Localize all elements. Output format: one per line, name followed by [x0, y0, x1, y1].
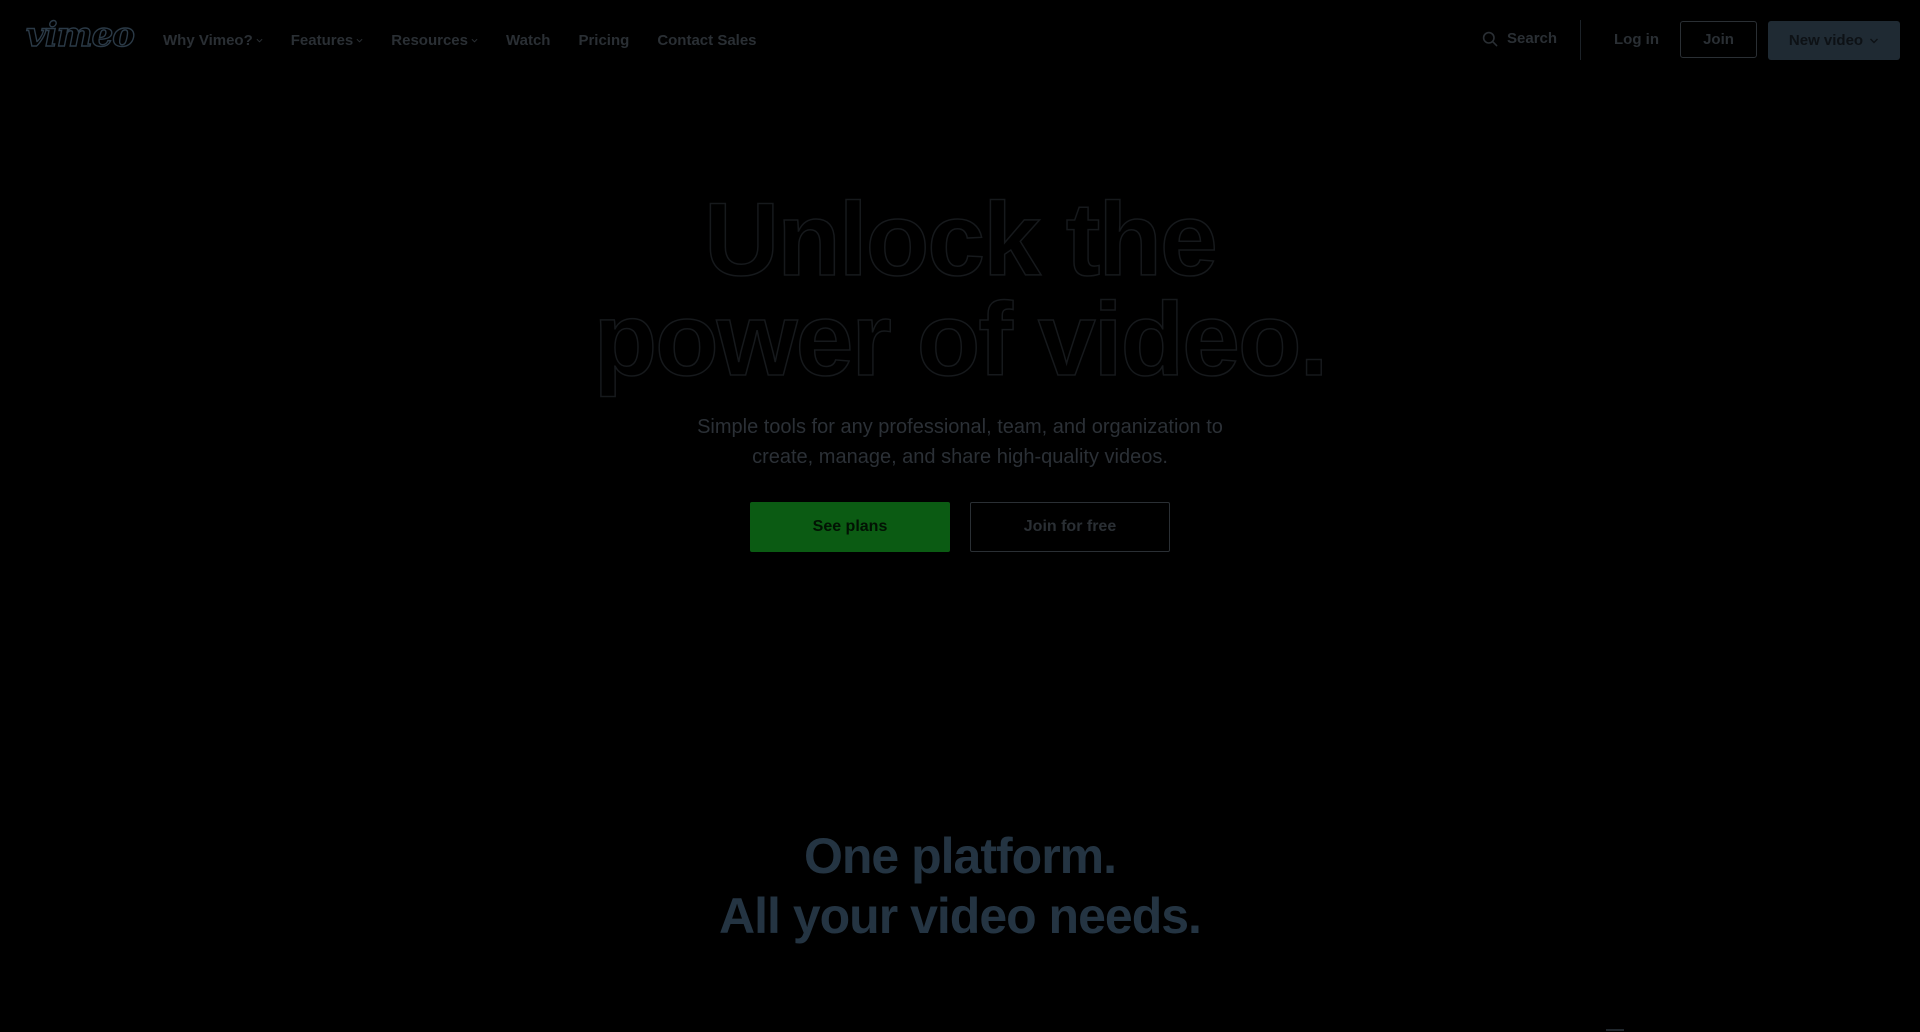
hero-title-line-2: power of video. — [593, 282, 1329, 398]
nav-item-label: Watch — [506, 31, 551, 49]
search-label: Search — [1507, 30, 1558, 47]
main-nav: Why Vimeo? Features Resources Watch Pric… — [163, 31, 785, 49]
see-plans-button[interactable]: See plans — [750, 502, 950, 552]
nav-why-vimeo[interactable]: Why Vimeo? — [163, 31, 263, 49]
nav-watch[interactable]: Watch — [506, 31, 550, 49]
nav-resources[interactable]: Resources — [391, 31, 478, 49]
nav-contact-sales[interactable]: Contact Sales — [657, 31, 756, 49]
header-divider — [1580, 20, 1581, 60]
chevron-down-icon — [471, 38, 478, 43]
login-link[interactable]: Log in — [1614, 31, 1659, 48]
section-title-line-2: All your video needs. — [719, 888, 1202, 944]
vimeo-logo[interactable]: vimeo — [25, 17, 135, 52]
site-header: vimeo Why Vimeo? Features Resources Watc… — [0, 0, 1920, 80]
hero-subtitle-line-2: create, manage, and share high-quality v… — [752, 446, 1168, 468]
chevron-down-icon — [1870, 38, 1879, 43]
search-button[interactable]: Search — [1482, 30, 1557, 47]
join-for-free-button[interactable]: Join for free — [970, 502, 1170, 552]
nav-pricing[interactable]: Pricing — [578, 31, 629, 49]
hero-subtitle-line-1: Simple tools for any professional, team,… — [697, 416, 1223, 438]
chevron-down-icon — [256, 38, 263, 43]
chevron-down-icon — [356, 38, 363, 43]
nav-item-label: Resources — [391, 31, 468, 49]
join-button[interactable]: Join — [1680, 21, 1757, 58]
nav-item-label: Pricing — [578, 31, 630, 49]
new-video-button[interactable]: New video — [1768, 21, 1900, 60]
nav-features[interactable]: Features — [291, 31, 364, 49]
nav-item-label: Contact Sales — [657, 31, 757, 49]
section-title-line-1: One platform. — [803, 828, 1117, 884]
new-video-label: New video — [1788, 32, 1864, 49]
section-title: One platform. All your video needs. — [0, 826, 1920, 946]
nav-item-label: Why Vimeo? — [163, 31, 253, 49]
hero-title-line-1: Unlock the — [703, 182, 1218, 298]
hero-title: Unlock the power of video. — [0, 182, 1920, 398]
scroll-indicator — [1606, 1029, 1624, 1031]
hero-subtitle: Simple tools for any professional, team,… — [660, 412, 1260, 472]
nav-item-label: Features — [290, 31, 354, 49]
page: vimeo Why Vimeo? Features Resources Watc… — [0, 0, 1920, 1032]
search-icon — [1482, 31, 1498, 46]
